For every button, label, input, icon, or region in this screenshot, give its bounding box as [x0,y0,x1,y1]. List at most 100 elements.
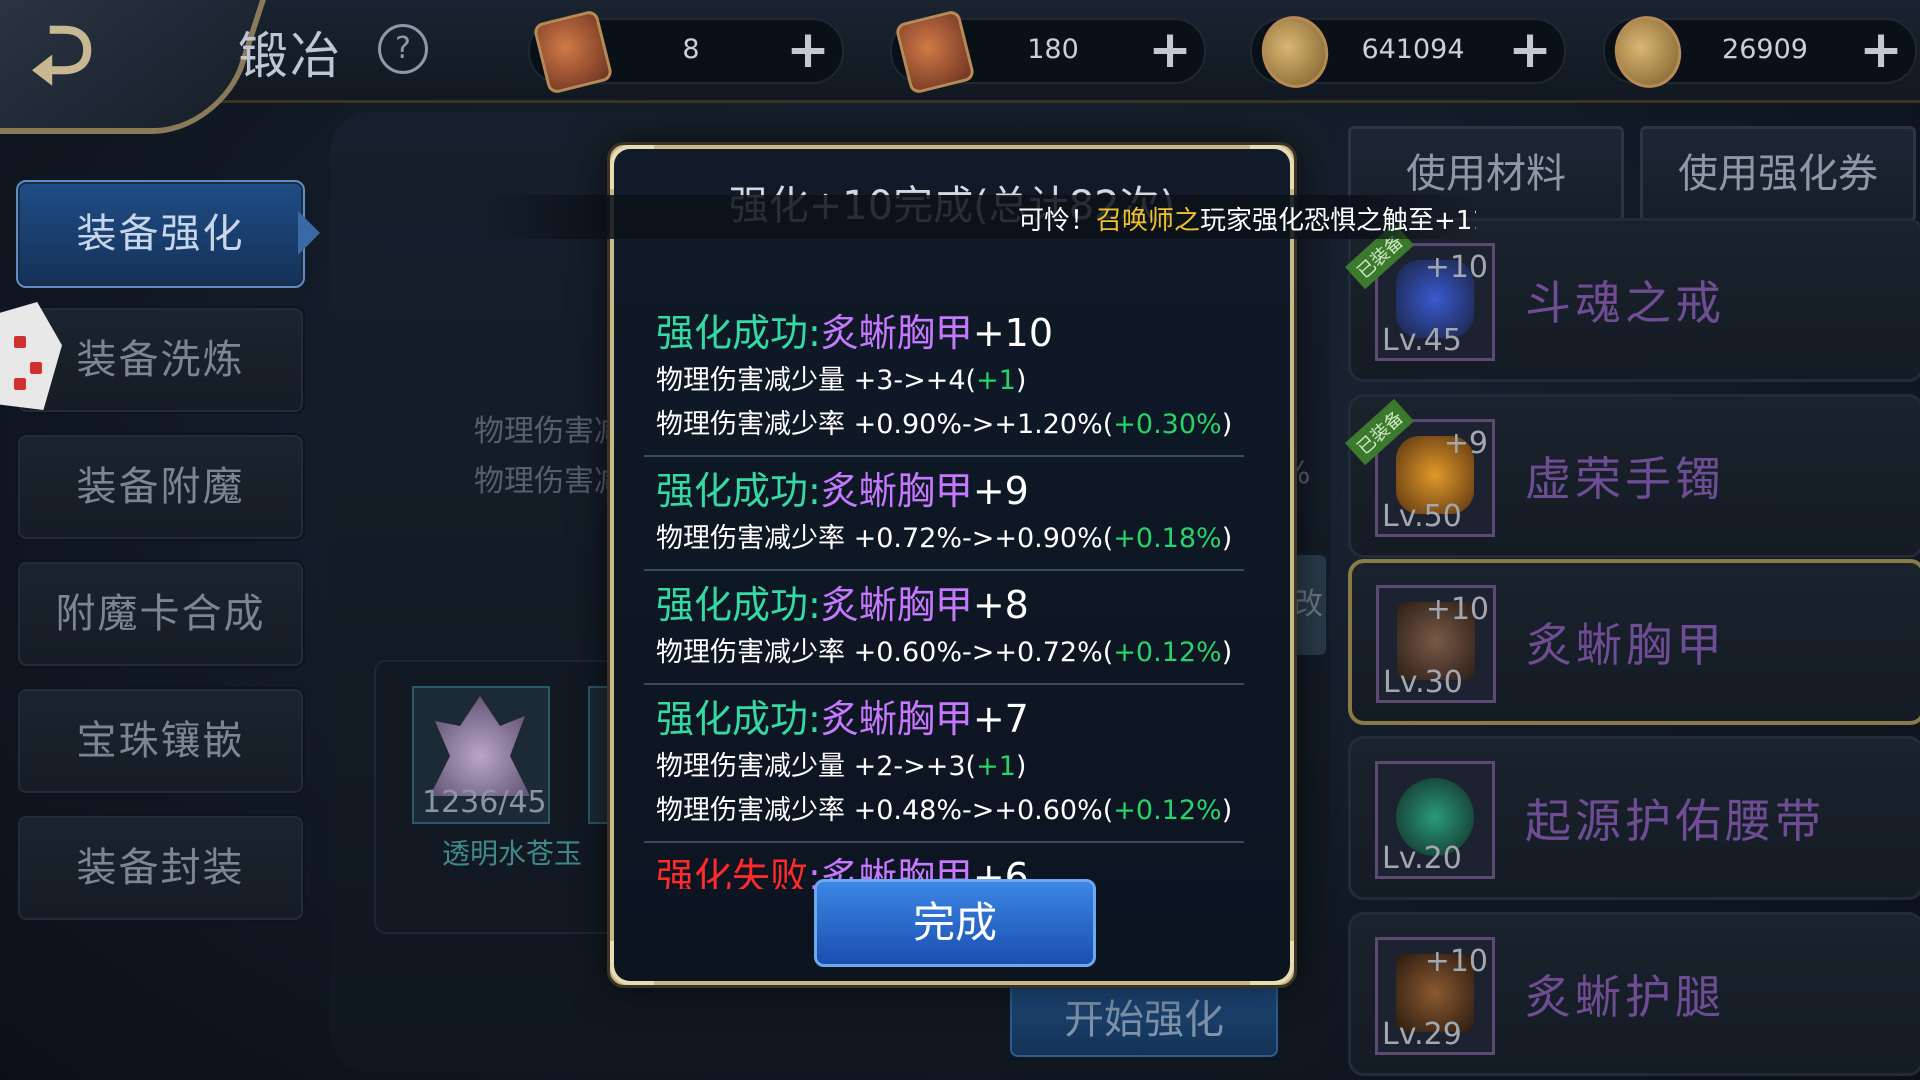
add-scroll-button[interactable]: + [784,24,832,76]
resource-locked-scroll: 180 + [890,9,1206,95]
stat-text: 物理伤害减少量 +2->+3( [656,751,977,782]
stat-line: 物理伤害减少率 +0.48%->+0.60%(+0.12%) [656,789,1244,833]
menu-gem-inlay[interactable]: 宝珠镶嵌 [16,687,305,795]
equip-level: Lv.50 [1382,499,1462,534]
stat-gain: +0.18% [1113,523,1222,554]
item-level: +7 [972,697,1029,741]
equip-item[interactable]: Lv.20 起源护佑腰带 [1348,736,1920,900]
log-entry: 强化成功:炙蜥胸甲+7 物理伤害减少量 +2->+3(+1) 物理伤害减少率 +… [644,685,1244,843]
equip-plus: +9 [1443,426,1488,461]
material-name: 透明水苍玉 [441,837,582,870]
stat-gain: +1 [976,751,1016,782]
log-entry-header: 强化成功:炙蜥胸甲+7 [656,693,1244,745]
add-gold-button[interactable]: + [1506,24,1554,76]
menu-equip-enhance[interactable]: 装备强化 [16,180,305,288]
stat-text: 物理伤害减少率 +0.90%->+1.20%( [656,409,1114,440]
equip-name: 虚荣手镯 [1525,452,1725,506]
stat-close: ) [1015,751,1027,782]
separator: : [808,311,821,355]
equip-name: 起源护佑腰带 [1525,794,1825,848]
menu-active-arrow-icon [298,211,320,255]
start-enhance-button[interactable]: 开始强化 [1010,983,1278,1057]
resource-scroll: 8 + [528,9,844,95]
log-entry-header: 强化成功:炙蜥胸甲+10 [656,307,1244,359]
equip-icon: Lv.20 [1375,761,1495,879]
equip-level: Lv.45 [1382,323,1462,358]
result-label: 强化成功 [656,697,809,741]
equip-item[interactable]: +10 Lv.29 炙蜥护腿 [1348,912,1920,1076]
equip-item[interactable]: +10 Lv.45 已装备 斗魂之戒 [1345,218,1920,382]
equip-plus: +10 [1425,592,1489,627]
stat-gain: +0.30% [1113,409,1222,440]
enhance-result-dialog: 强化+10完成(总计82次) 强化成功:炙蜥胸甲+10 物理伤害减少量 +3->… [610,145,1294,985]
resource-value: 641094 [1361,34,1465,65]
stat-line: 物理伤害减少率 +0.90%->+1.20%(+0.30%) [656,403,1244,447]
locked-scroll-icon [894,9,976,95]
log-entry-header: 强化成功:炙蜥胸甲+9 [656,465,1244,517]
equip-name: 炙蜥护腿 [1525,970,1725,1024]
page-title: 锻冶 [238,27,342,85]
corner-ornament [610,941,654,985]
equip-icon: +10 Lv.29 [1375,937,1495,1055]
item-name: 炙蜥胸甲 [820,311,973,355]
resource-locked-coin: 26909 + [1603,9,1917,95]
equip-level: Lv.20 [1382,841,1462,876]
add-locked-scroll-button[interactable]: + [1146,24,1194,76]
menu-card-synthesis[interactable]: 附魔卡合成 [16,560,305,668]
top-bar: ⮌ 锻冶 ? 8 + 180 + 641094 + 26909 + [0,0,1920,134]
stat-close: ) [1221,637,1233,668]
item-name: 炙蜥胸甲 [820,469,973,513]
stat-text: 物理伤害减少率 +0.72%->+0.90%( [656,523,1114,554]
locked-coin-icon [1607,9,1689,95]
item-level: +9 [972,469,1029,513]
equip-item[interactable]: +9 Lv.50 已装备 虚荣手镯 [1345,394,1920,558]
resource-value: 180 [1027,34,1079,65]
enhance-log[interactable]: 强化成功:炙蜥胸甲+10 物理伤害减少量 +3->+4(+1) 物理伤害减少率 … [644,299,1244,889]
stat-gain: +0.12% [1113,795,1222,826]
back-arrow-icon[interactable]: ⮌ [30,8,140,101]
menu-equip-seal[interactable]: 装备封装 [16,814,305,922]
separator: : [808,583,821,627]
stat-close: ) [1221,795,1233,826]
material-slot[interactable]: 1236/45 [412,686,550,824]
log-entry: 强化成功:炙蜥胸甲+10 物理伤害减少量 +3->+4(+1) 物理伤害减少率 … [644,299,1244,457]
equip-level: Lv.30 [1383,665,1463,700]
stat-line: 物理伤害减少量 +2->+3(+1) [656,745,1244,789]
equip-plus: +10 [1424,250,1488,285]
resource-value: 26909 [1722,34,1808,65]
broadcast-text: 可怜！召唤师之玩家强化恐惧之触至+11E [1018,200,1476,240]
menu-equip-enchant[interactable]: 装备附魔 [16,433,305,541]
stat-close: ) [1221,409,1233,440]
material-count: 1236/45 [422,785,547,820]
add-locked-coin-button[interactable]: + [1857,24,1905,76]
log-entry: 强化成功:炙蜥胸甲+9 物理伤害减少率 +0.72%->+0.90%(+0.18… [644,457,1244,571]
equip-item-selected[interactable]: +10 Lv.30 炙蜥胸甲 [1348,559,1920,725]
notice-message: 玩家强化恐惧之触至+11E [1200,206,1476,236]
equip-plus: +10 [1424,944,1488,979]
corner-ornament [1250,941,1294,985]
result-label: 强化成功 [656,311,809,355]
item-level: +8 [972,583,1029,627]
equip-name: 炙蜥胸甲 [1526,618,1726,672]
side-tab[interactable]: 改 [1290,555,1326,655]
stat-line: 物理伤害减少率 +0.60%->+0.72%(+0.12%) [656,631,1244,675]
help-icon[interactable]: ? [378,24,428,74]
stat-close: ) [1015,365,1027,396]
resource-gold: 641094 + [1250,9,1566,95]
equip-icon: +10 Lv.30 [1376,585,1496,703]
stat-gain: +0.12% [1113,637,1222,668]
stat-text: 物理伤害减少率 +0.48%->+0.60%( [656,795,1114,826]
separator: : [808,469,821,513]
done-button[interactable]: 完成 [814,879,1096,967]
item-name: 炙蜥胸甲 [820,583,973,627]
stat-text: 物理伤害减少率 +0.60%->+0.72%( [656,637,1114,668]
menu-equip-refine[interactable]: 装备洗炼 [16,306,305,414]
stat-line: 物理伤害减少量 +3->+4(+1) [656,359,1244,403]
notice-player-name: 召唤师之 [1096,206,1201,236]
stat-close: ) [1221,523,1233,554]
equip-level: Lv.29 [1382,1017,1462,1052]
bg-stat-line: 物理伤害减 [474,414,624,449]
tab-use-tickets[interactable]: 使用强化券 [1640,126,1916,222]
result-label: 强化成功 [656,469,809,513]
stat-line: 物理伤害减少率 +0.72%->+0.90%(+0.18%) [656,517,1244,561]
